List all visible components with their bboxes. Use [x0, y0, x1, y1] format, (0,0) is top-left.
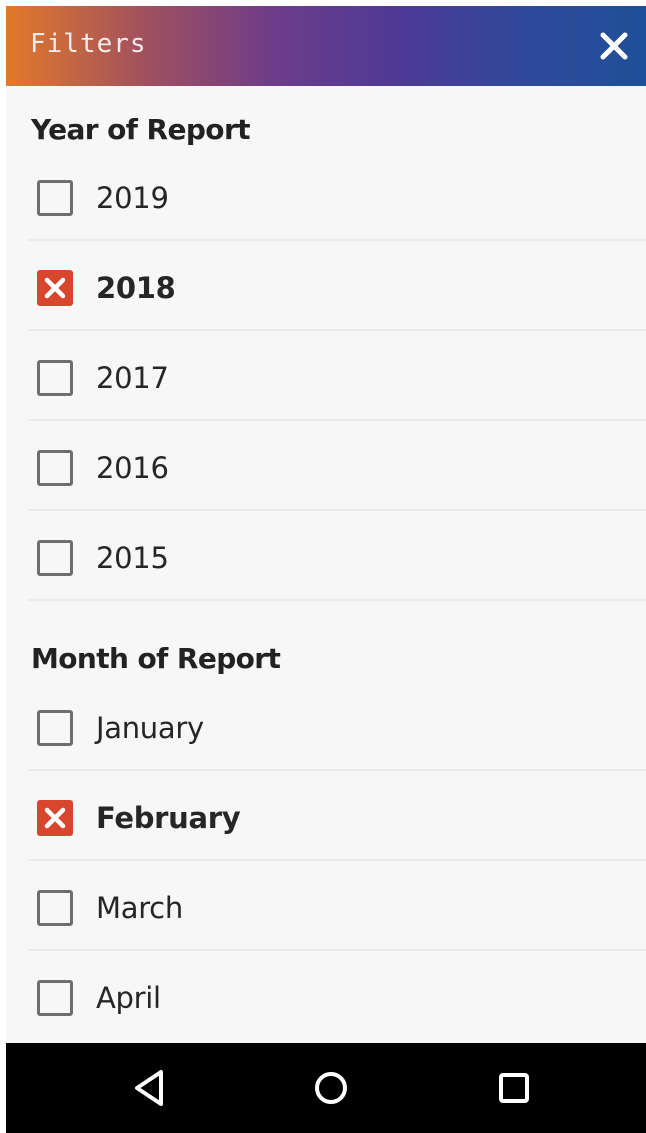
checkbox-unchecked[interactable] — [37, 180, 73, 216]
filter-list[interactable]: Year of Report 2019 2018 2017 2016 2015 … — [6, 86, 646, 1043]
close-button[interactable] — [592, 24, 636, 68]
filter-option-label: 2016 — [96, 451, 169, 485]
filter-option-march[interactable]: March — [28, 861, 646, 951]
filter-option-label: April — [96, 981, 161, 1015]
filter-option-label: 2019 — [96, 181, 169, 215]
filter-option-label: 2015 — [96, 541, 169, 575]
filter-option-2015[interactable]: 2015 — [28, 511, 646, 601]
recents-square-icon — [499, 1073, 529, 1103]
filter-option-label: February — [96, 801, 241, 835]
filter-option-january[interactable]: January — [28, 681, 646, 771]
filter-option-2016[interactable]: 2016 — [28, 421, 646, 511]
back-button[interactable] — [128, 1064, 176, 1112]
section-heading-year: Year of Report — [31, 113, 251, 146]
section-heading-month: Month of Report — [31, 642, 281, 675]
home-circle-icon — [315, 1072, 347, 1104]
filter-option-label: 2017 — [96, 361, 169, 395]
filter-option-february[interactable]: February — [28, 771, 646, 861]
filter-option-april[interactable]: April — [28, 951, 646, 1041]
close-icon — [600, 32, 628, 60]
checkbox-checked[interactable] — [37, 270, 73, 306]
checkmark-x-icon — [44, 277, 66, 299]
checkbox-unchecked[interactable] — [37, 980, 73, 1016]
filters-header: Filters — [6, 6, 646, 86]
home-button[interactable] — [307, 1064, 355, 1112]
filter-option-2018[interactable]: 2018 — [28, 241, 646, 331]
filter-option-2019[interactable]: 2019 — [28, 151, 646, 241]
checkbox-unchecked[interactable] — [37, 450, 73, 486]
checkmark-x-icon — [44, 807, 66, 829]
page-title: Filters — [30, 29, 147, 59]
filter-option-label: 2018 — [96, 271, 176, 305]
filter-option-label: March — [96, 891, 183, 925]
checkbox-unchecked[interactable] — [37, 360, 73, 396]
android-navigation-bar — [6, 1043, 646, 1133]
filter-option-2017[interactable]: 2017 — [28, 331, 646, 421]
checkbox-checked[interactable] — [37, 800, 73, 836]
checkbox-unchecked[interactable] — [37, 710, 73, 746]
checkbox-unchecked[interactable] — [37, 540, 73, 576]
filter-option-label: January — [96, 711, 204, 745]
filters-screen: Filters Year of Report 2019 2018 2017 20… — [6, 6, 646, 1133]
recents-button[interactable] — [490, 1064, 538, 1112]
checkbox-unchecked[interactable] — [37, 890, 73, 926]
back-triangle-icon — [135, 1070, 163, 1106]
